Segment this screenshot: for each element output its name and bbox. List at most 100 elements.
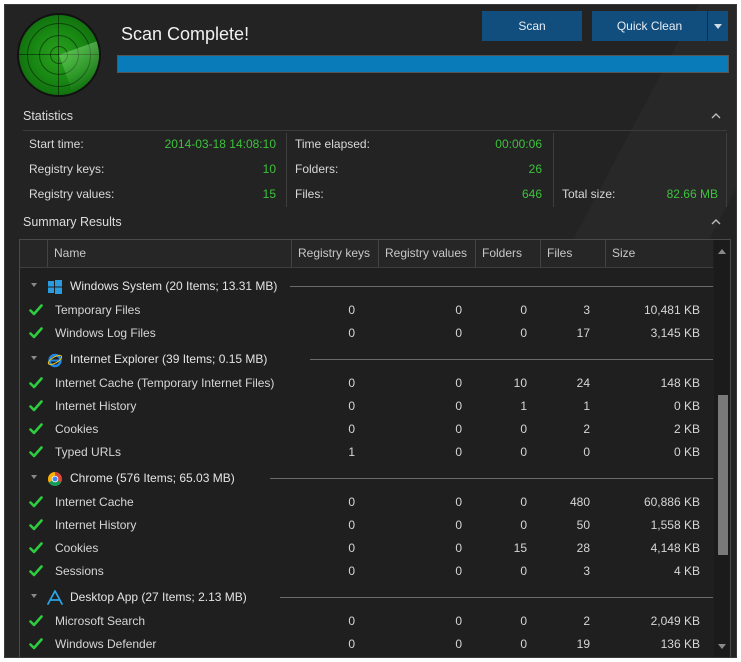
- scroll-up-icon[interactable]: [718, 249, 726, 254]
- collapse-statistics-icon[interactable]: [711, 112, 721, 122]
- chevron-down-icon: [714, 23, 722, 29]
- item-size: 1,558 KB: [650, 518, 700, 532]
- checkmark-icon: [29, 638, 43, 653]
- item-name: Internet Cache: [55, 495, 134, 509]
- item-name: Microsoft Search: [55, 614, 146, 628]
- item-name: Temporary Files: [55, 303, 141, 317]
- table-row[interactable]: Sessions 0 0 0 3 4 KB: [20, 560, 713, 583]
- column-header-size[interactable]: Size: [605, 240, 713, 267]
- item-size: 4 KB: [673, 564, 700, 578]
- item-rk: 0: [348, 541, 355, 555]
- group-header[interactable]: Internet Explorer (39 Items; 0.15 MB): [20, 348, 713, 371]
- item-rk: 0: [348, 303, 355, 317]
- item-name: Typed URLs: [55, 445, 122, 459]
- group-label: Chrome (576 Items; 65.03 MB): [70, 471, 235, 485]
- group-divider: [270, 478, 713, 479]
- collapse-arrow-icon[interactable]: [31, 475, 37, 479]
- item-size: 60,886 KB: [643, 495, 700, 509]
- scroll-down-icon[interactable]: [718, 644, 726, 649]
- group-divider: [310, 359, 713, 360]
- column-header-name[interactable]: Name: [47, 240, 291, 267]
- group-header[interactable]: Chrome (576 Items; 65.03 MB): [20, 467, 713, 490]
- summary-results-table[interactable]: Name Registry keys Registry values Folde…: [19, 239, 731, 657]
- item-size: 0 KB: [673, 399, 700, 413]
- item-files: 17: [576, 326, 590, 340]
- table-row[interactable]: Internet Cache 0 0 0 480 60,886 KB: [20, 491, 713, 514]
- group-divider: [280, 597, 713, 598]
- registry-keys-label: Registry keys:: [29, 162, 105, 176]
- item-size: 136 KB: [660, 637, 700, 651]
- stat-column-separator: [553, 133, 554, 207]
- table-row[interactable]: Windows Log Files 0 0 0 17 3,145 KB: [20, 322, 713, 345]
- statistics-divider: [23, 130, 727, 131]
- internet-explorer-icon: [47, 352, 63, 368]
- quick-clean-dropdown-button[interactable]: [708, 11, 728, 41]
- item-size: 4,148 KB: [650, 541, 700, 555]
- item-size: 148 KB: [660, 376, 700, 390]
- table-row[interactable]: Typed URLs 1 0 0 0 0 KB: [20, 441, 713, 464]
- table-row[interactable]: Internet History 0 0 0 50 1,558 KB: [20, 514, 713, 537]
- item-files: 24: [576, 376, 590, 390]
- checkmark-icon: [29, 327, 43, 342]
- item-files: 2: [583, 422, 590, 436]
- group-header[interactable]: Windows System (20 Items; 13.31 MB): [20, 275, 713, 298]
- vertical-scrollbar[interactable]: [714, 240, 730, 657]
- item-rk: 0: [348, 495, 355, 509]
- group-header[interactable]: Desktop App (27 Items; 2.13 MB): [20, 586, 713, 609]
- summary-results-title: Summary Results: [23, 215, 122, 229]
- total-size-label: Total size:: [562, 187, 616, 201]
- folders-label: Folders:: [295, 162, 339, 176]
- item-rk: 0: [348, 614, 355, 628]
- item-name: Windows Log Files: [55, 326, 156, 340]
- item-name: Internet Cache (Temporary Internet Files…: [55, 376, 275, 390]
- scan-progress-bar: [117, 55, 729, 73]
- item-files: 1: [583, 399, 590, 413]
- column-header-files[interactable]: Files: [540, 240, 605, 267]
- table-row[interactable]: Temporary Files 0 0 0 3 10,481 KB: [20, 299, 713, 322]
- group-label: Desktop App (27 Items; 2.13 MB): [70, 590, 247, 604]
- item-rk: 0: [348, 637, 355, 651]
- item-rk: 0: [348, 518, 355, 532]
- item-size: 10,481 KB: [643, 303, 700, 317]
- collapse-arrow-icon[interactable]: [31, 594, 37, 598]
- stat-column-separator: [726, 133, 727, 207]
- quick-clean-button[interactable]: Quick Clean: [592, 11, 707, 41]
- item-rk: 1: [348, 445, 355, 459]
- item-name: Cookies: [55, 541, 99, 555]
- item-files: 3: [583, 303, 590, 317]
- scan-button[interactable]: Scan: [482, 11, 582, 41]
- registry-values-value: 15: [262, 187, 276, 201]
- table-row[interactable]: Cookies 0 0 15 28 4,148 KB: [20, 537, 713, 560]
- table-row[interactable]: Internet History 0 0 1 1 0 KB: [20, 395, 713, 418]
- table-header: Name Registry keys Registry values Folde…: [20, 240, 713, 268]
- item-name: Internet History: [55, 399, 137, 413]
- item-files: 0: [583, 445, 590, 459]
- column-header-registry-values[interactable]: Registry values: [378, 240, 475, 267]
- item-size: 3,145 KB: [650, 326, 700, 340]
- checkmark-icon: [29, 377, 43, 392]
- chrome-icon: [47, 471, 63, 487]
- item-files: 19: [576, 637, 590, 651]
- desktop-app-icon: [47, 590, 63, 606]
- checkmark-icon: [29, 400, 43, 415]
- windows-icon: [47, 279, 63, 295]
- scrollbar-thumb[interactable]: [718, 395, 728, 555]
- collapse-arrow-icon[interactable]: [31, 356, 37, 360]
- checkmark-icon: [29, 615, 43, 630]
- item-size: 2,049 KB: [650, 614, 700, 628]
- checkmark-icon: [29, 565, 43, 580]
- column-header-folders[interactable]: Folders: [475, 240, 540, 267]
- item-files: 480: [569, 495, 590, 509]
- table-row[interactable]: Internet Cache (Temporary Internet Files…: [20, 372, 713, 395]
- time-elapsed-value: 00:00:06: [495, 137, 542, 151]
- collapse-arrow-icon[interactable]: [31, 283, 37, 287]
- registry-values-label: Registry values:: [29, 187, 115, 201]
- table-row[interactable]: Cookies 0 0 0 2 2 KB: [20, 418, 713, 441]
- collapse-summary-icon[interactable]: [711, 218, 721, 228]
- table-row[interactable]: Microsoft Search 0 0 0 2 2,049 KB: [20, 610, 713, 633]
- files-value: 646: [521, 187, 542, 201]
- table-row[interactable]: Windows Defender 0 0 0 19 136 KB: [20, 633, 713, 656]
- item-rk: 0: [348, 326, 355, 340]
- registry-keys-value: 10: [262, 162, 276, 176]
- column-header-registry-keys[interactable]: Registry keys: [291, 240, 378, 267]
